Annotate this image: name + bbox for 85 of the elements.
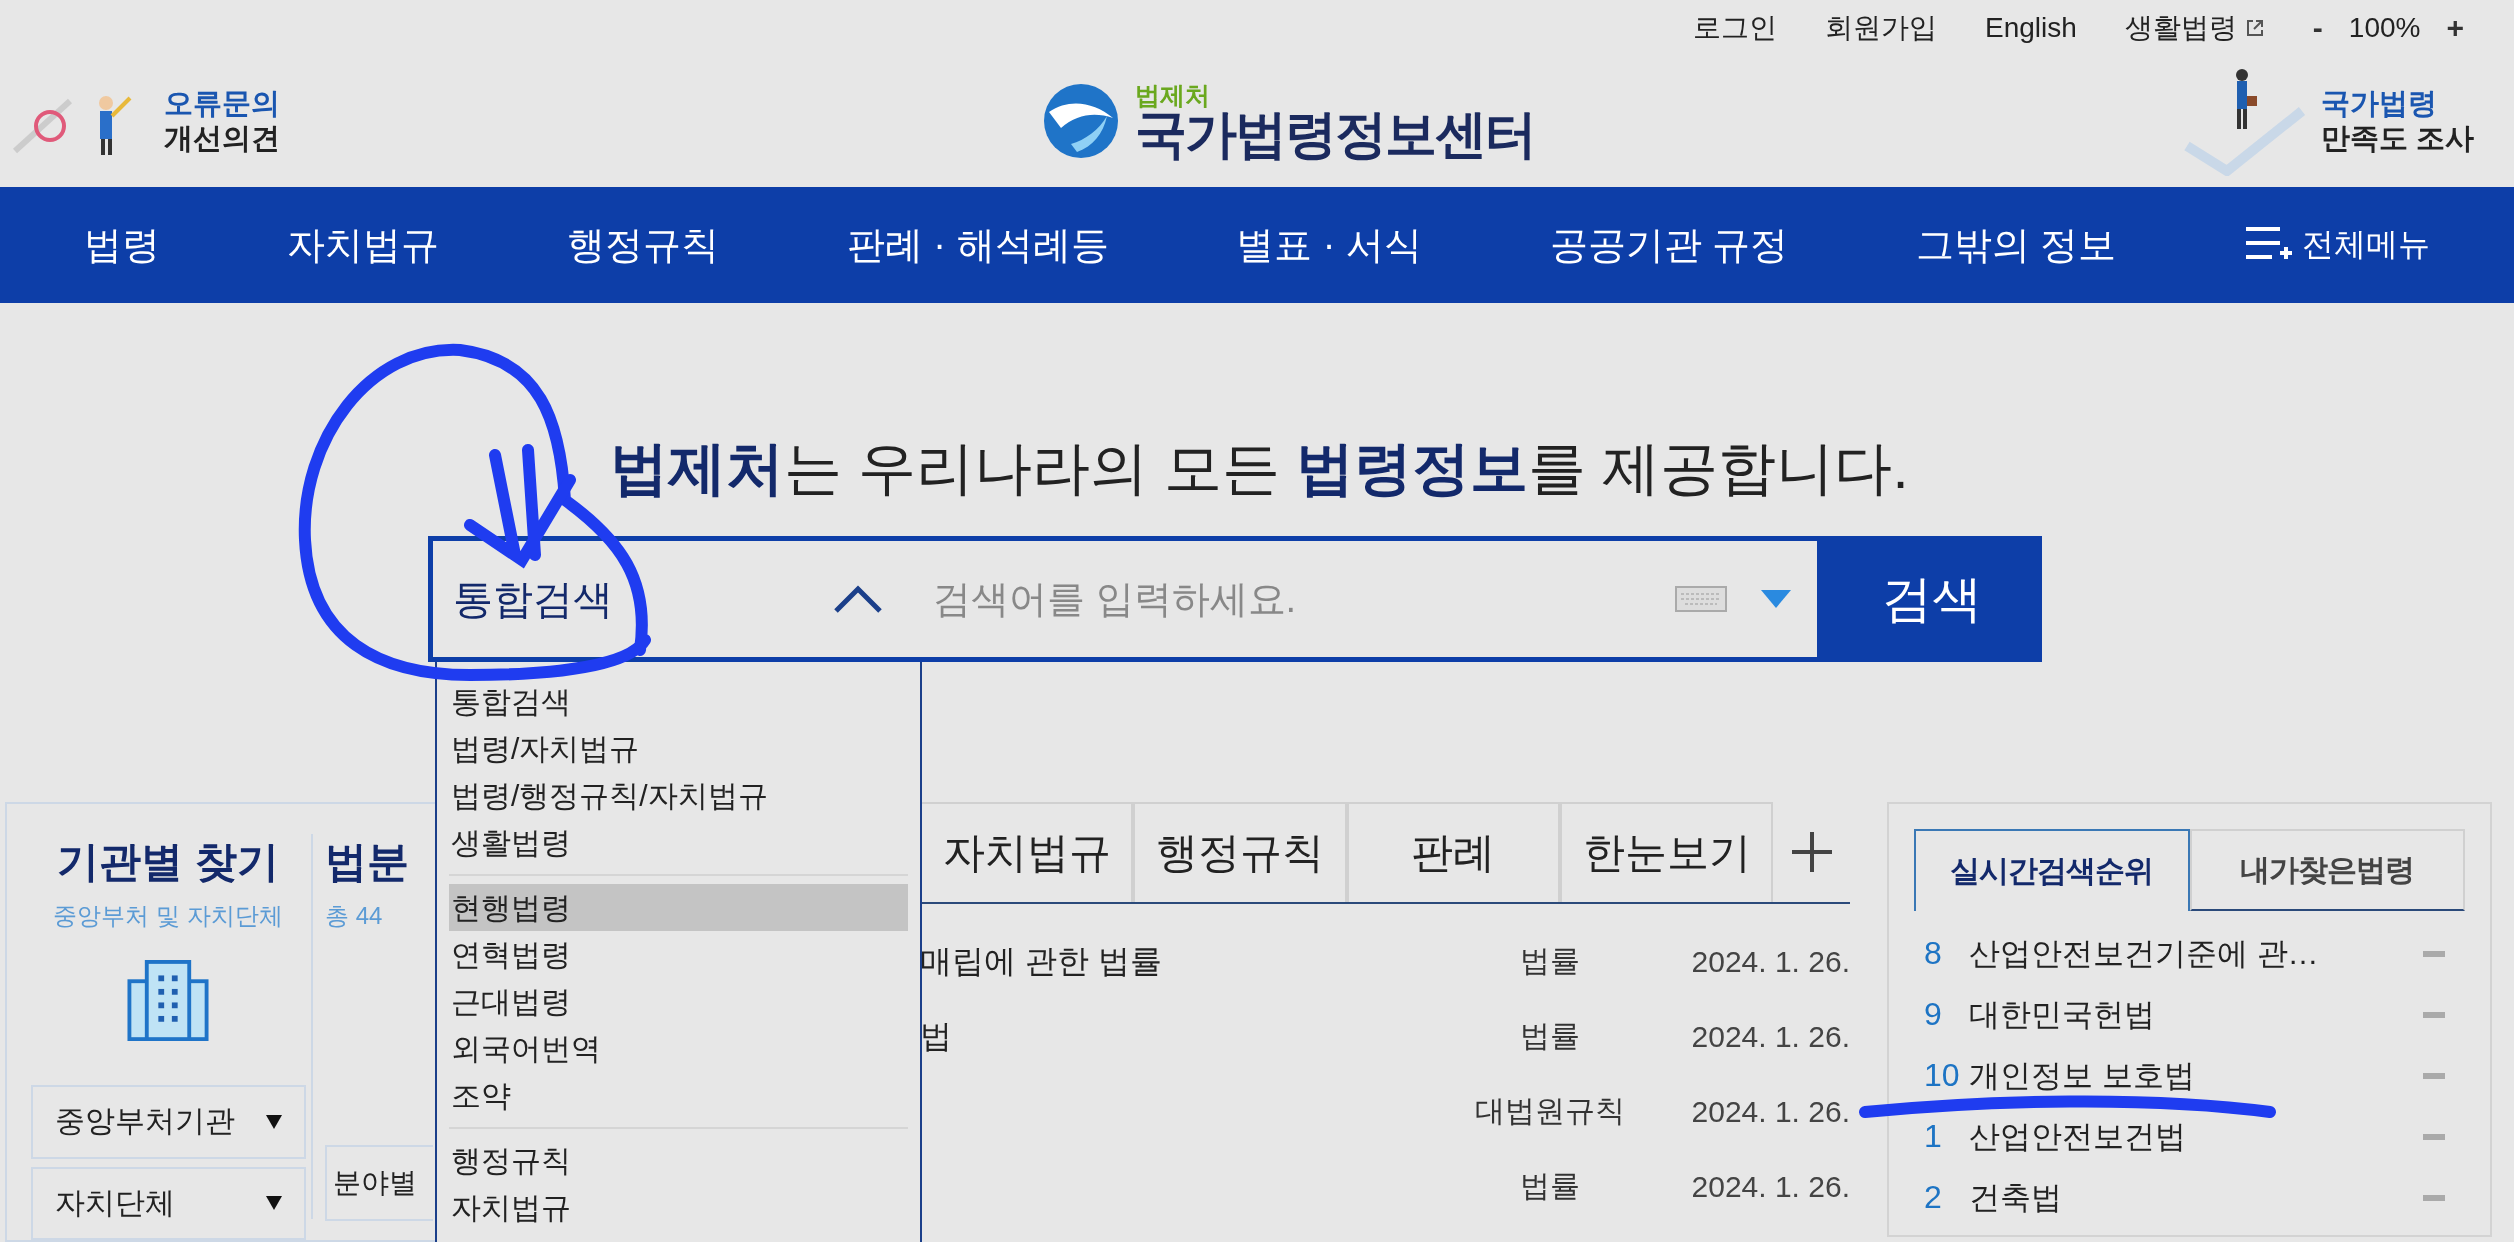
- nav-item[interactable]: 별표 · 서식: [1236, 219, 1422, 271]
- site-title: 국가법령정보센터: [1135, 107, 1536, 160]
- zoom-in-button[interactable]: +: [2446, 10, 2464, 45]
- feedback-label: 개선의견: [164, 121, 280, 156]
- dropdown-item[interactable]: 생활법령: [449, 819, 908, 866]
- dropdown-item[interactable]: 법령/행정규칙/자치법규: [449, 772, 908, 819]
- external-link-icon: [2244, 17, 2265, 38]
- law-type: 법률: [1519, 1168, 1581, 1204]
- dropdown-item[interactable]: 외국어번역: [449, 1025, 908, 1072]
- building-icon: [126, 960, 210, 1042]
- law-type: 법률: [1519, 1018, 1581, 1054]
- law-type: 대법원규칙: [1474, 1093, 1626, 1129]
- utility-link[interactable]: 생활법령: [2124, 8, 2265, 47]
- ranked-law-link[interactable]: 개인정보 보호법: [1969, 1054, 2423, 1097]
- rank-number: 9: [1924, 996, 1943, 1033]
- survey-label: 만족도 조사: [2320, 121, 2474, 156]
- agency-select[interactable]: 자치단체: [30, 1166, 306, 1240]
- caret-down-icon: [265, 1114, 282, 1129]
- finder-title: 기관별 찾기: [57, 837, 279, 887]
- feedback-label: 오류문의: [164, 86, 280, 121]
- nav-item[interactable]: 자치법규: [287, 219, 440, 271]
- utility-link[interactable]: English: [1985, 11, 2077, 44]
- rank-number: 2: [1924, 1179, 1943, 1216]
- nav-item[interactable]: 행정규칙: [567, 219, 720, 271]
- dropdown-item[interactable]: 법령/자치법규: [449, 725, 908, 772]
- ranked-law-link[interactable]: 건축법: [1969, 1176, 2423, 1219]
- headline: 법제처는 우리나라의 모든 법령정보를 제공합니다.: [610, 434, 1909, 502]
- category-tab[interactable]: 판례: [1346, 802, 1560, 902]
- law-date: 2024. 1. 26.: [1690, 1169, 1850, 1204]
- dropdown-item[interactable]: 행정규칙: [449, 1137, 908, 1184]
- rank-number: 8: [1924, 935, 1943, 972]
- no-change-icon: [2423, 1133, 2445, 1140]
- law-date: 2024. 1. 26.: [1690, 1019, 1850, 1054]
- dropdown-item[interactable]: 조약: [449, 1072, 908, 1119]
- no-change-icon: [2423, 950, 2445, 957]
- dropdown-item[interactable]: 근대법령: [449, 978, 908, 1025]
- utility-link[interactable]: 로그인: [1693, 8, 1777, 47]
- finder-subtitle: 중앙부처 및 자치단체: [53, 901, 283, 931]
- finder-subtitle: 총 44: [325, 901, 383, 931]
- feedback-link[interactable]: 오류문의 개선의견: [10, 81, 280, 161]
- law-type: 법률: [1519, 943, 1581, 979]
- nav-item[interactable]: 법령: [83, 219, 160, 271]
- search-field[interactable]: 통합검색 검색어를 입력하세요.: [428, 536, 1822, 662]
- ranking-tab[interactable]: 내가찾은법령: [2189, 829, 2465, 911]
- nav-item[interactable]: 공공기관 규정: [1549, 219, 1789, 271]
- survey-label: 국가법령: [2320, 86, 2438, 121]
- rank-number: 1: [1924, 1118, 1943, 1155]
- law-title-link[interactable]: 매립에 관한 법률: [920, 939, 1420, 984]
- field-select[interactable]: 분야별: [325, 1145, 433, 1221]
- no-change-icon: [2423, 1194, 2445, 1201]
- caret-down-icon[interactable]: [1761, 590, 1791, 608]
- survey-link[interactable]: 국가법령 만족도 조사: [2176, 66, 2474, 176]
- ranked-law-link[interactable]: 산업안전보건기준에 관…: [1969, 932, 2423, 975]
- law-date: 2024. 1. 26.: [1690, 1094, 1850, 1129]
- agency-select[interactable]: 중앙부처기관: [30, 1085, 306, 1159]
- rank-number: 10: [1924, 1057, 1961, 1094]
- all-menu-link[interactable]: 전체메뉴: [2244, 223, 2431, 267]
- nav-item[interactable]: 판례 · 해석례등: [846, 219, 1109, 271]
- org-name: 법제처: [1135, 82, 1211, 108]
- law-date: 2024. 1. 26.: [1690, 944, 1850, 979]
- dropdown-item[interactable]: 연혁법령: [449, 931, 908, 978]
- category-tab[interactable]: 행정규칙: [1133, 802, 1347, 902]
- ranked-law-link[interactable]: 대한민국헌법: [1969, 993, 2423, 1036]
- chevron-icon: [833, 584, 883, 614]
- search-button[interactable]: 검색: [1822, 536, 2042, 662]
- scope-select[interactable]: 통합검색: [433, 541, 913, 657]
- category-tab[interactable]: 자치법규: [920, 802, 1134, 902]
- dropdown-item[interactable]: 통합검색: [449, 678, 908, 725]
- zoom-level: 100%: [2348, 11, 2421, 44]
- caret-down-icon: [265, 1196, 282, 1211]
- nav-item[interactable]: 그밖의 정보: [1915, 219, 2117, 271]
- ranked-law-link[interactable]: 산업안전보건법: [1969, 1115, 2423, 1158]
- finder-title: 법분: [325, 837, 409, 887]
- zoom-out-button[interactable]: -: [2312, 10, 2323, 45]
- no-change-icon: [2423, 1072, 2445, 1079]
- plus-icon: [1791, 832, 1832, 872]
- category-tab[interactable]: 한눈보기: [1560, 802, 1774, 902]
- dropdown-item[interactable]: 자치법규: [449, 1184, 908, 1231]
- ranking-tab[interactable]: 실시간검색순위: [1914, 829, 2190, 911]
- law-title-link[interactable]: 법: [920, 1014, 1420, 1059]
- keyboard-icon[interactable]: [1675, 586, 1727, 612]
- site-logo[interactable]: 법제처 국가법령정보센터: [1041, 82, 1536, 160]
- dropdown-item[interactable]: 현행법령: [449, 884, 908, 931]
- utility-link[interactable]: 회원가입: [1825, 8, 1937, 47]
- no-change-icon: [2423, 1011, 2445, 1018]
